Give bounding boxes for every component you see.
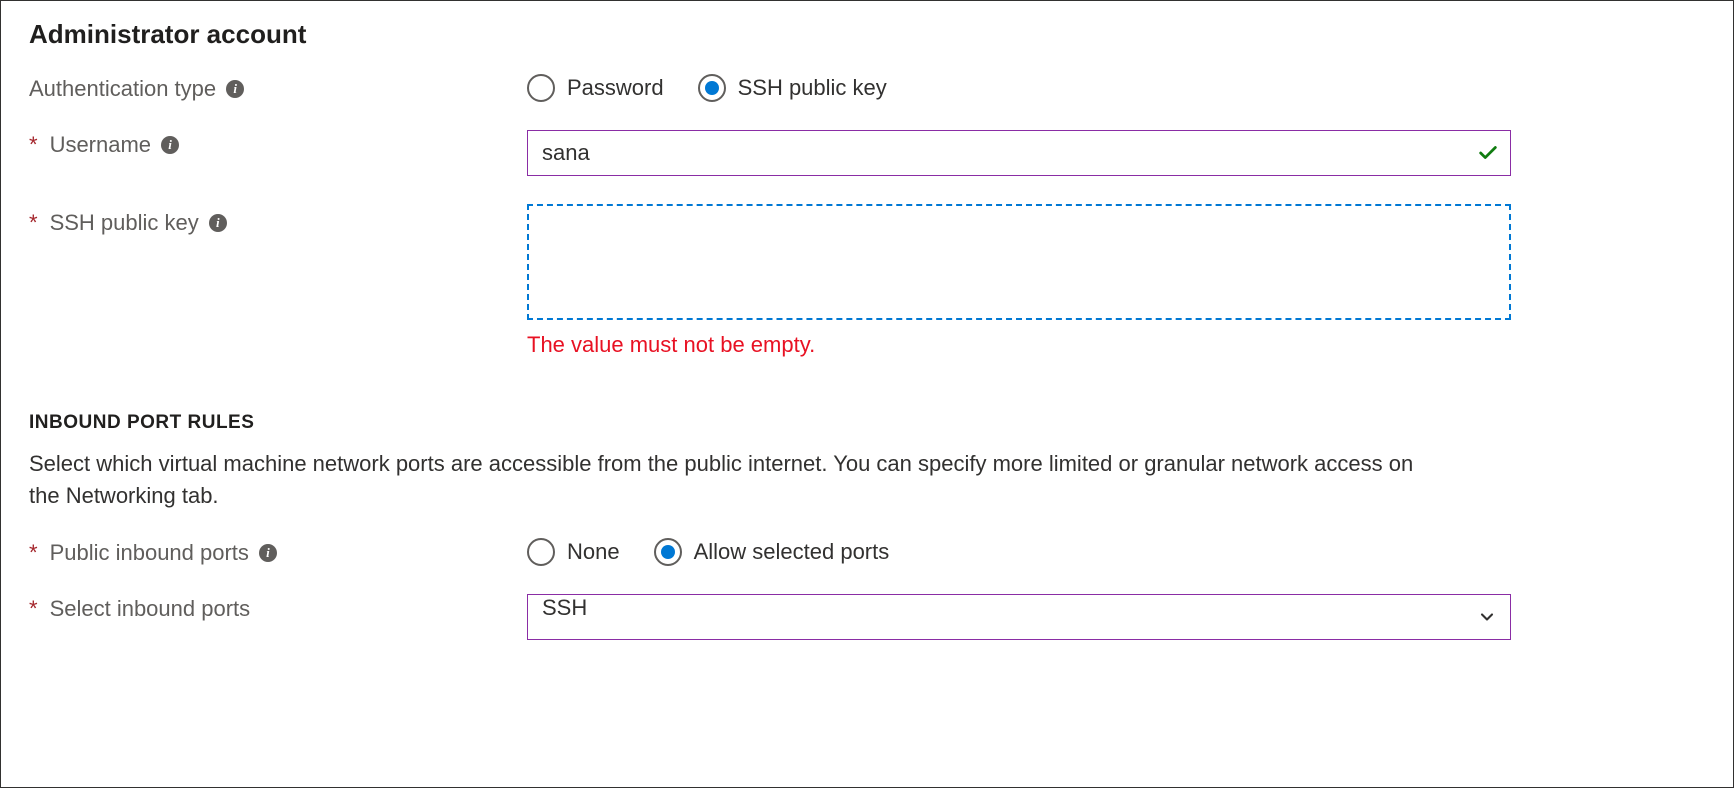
row-select-inbound-ports: * Select inbound ports SSH bbox=[29, 594, 1705, 640]
required-asterisk: * bbox=[29, 540, 38, 566]
radio-circle-icon bbox=[654, 538, 682, 566]
checkmark-icon bbox=[1477, 142, 1499, 164]
radio-label-none: None bbox=[567, 539, 620, 565]
radio-group-public-inbound: None Allow selected ports bbox=[527, 538, 1511, 566]
row-public-inbound-ports: * Public inbound ports i None Allow sele… bbox=[29, 538, 1705, 566]
required-asterisk: * bbox=[29, 596, 38, 622]
label-text-username: Username bbox=[50, 132, 151, 158]
radio-auth-password[interactable]: Password bbox=[527, 74, 664, 102]
admin-account-panel: Administrator account Authentication typ… bbox=[0, 0, 1734, 788]
label-ssh-key: * SSH public key i bbox=[29, 204, 527, 236]
radio-inbound-none[interactable]: None bbox=[527, 538, 620, 566]
info-icon[interactable]: i bbox=[161, 136, 179, 154]
inbound-ports-description: Select which virtual machine network por… bbox=[29, 448, 1449, 512]
info-icon[interactable]: i bbox=[209, 214, 227, 232]
radio-circle-icon bbox=[698, 74, 726, 102]
label-text-authentication-type: Authentication type bbox=[29, 76, 216, 102]
section-title-inbound-ports: INBOUND PORT RULES bbox=[29, 412, 1705, 434]
info-icon[interactable]: i bbox=[259, 544, 277, 562]
radio-label-ssh: SSH public key bbox=[738, 75, 887, 101]
select-inbound-ports-dropdown[interactable]: SSH bbox=[527, 594, 1511, 640]
radio-auth-ssh[interactable]: SSH public key bbox=[698, 74, 887, 102]
row-authentication-type: Authentication type i Password SSH publi… bbox=[29, 74, 1705, 102]
select-inbound-wrap: SSH bbox=[527, 594, 1511, 640]
label-username: * Username i bbox=[29, 130, 527, 158]
label-text-ssh-key: SSH public key bbox=[50, 210, 199, 236]
radio-group-auth-type: Password SSH public key bbox=[527, 74, 1511, 102]
row-ssh-key: * SSH public key i The value must not be… bbox=[29, 204, 1705, 358]
label-authentication-type: Authentication type i bbox=[29, 74, 527, 102]
radio-label-allow: Allow selected ports bbox=[694, 539, 890, 565]
section-title-admin: Administrator account bbox=[29, 19, 1705, 50]
radio-circle-icon bbox=[527, 538, 555, 566]
ssh-key-error-text: The value must not be empty. bbox=[527, 332, 1511, 358]
label-public-inbound-ports: * Public inbound ports i bbox=[29, 538, 527, 566]
username-input[interactable] bbox=[527, 130, 1511, 176]
radio-circle-icon bbox=[527, 74, 555, 102]
label-text-select-inbound: Select inbound ports bbox=[50, 596, 251, 622]
required-asterisk: * bbox=[29, 210, 38, 236]
required-asterisk: * bbox=[29, 132, 38, 158]
ssh-key-textarea[interactable] bbox=[527, 204, 1511, 320]
label-select-inbound-ports: * Select inbound ports bbox=[29, 594, 527, 622]
radio-inbound-allow[interactable]: Allow selected ports bbox=[654, 538, 890, 566]
info-icon[interactable]: i bbox=[226, 80, 244, 98]
radio-dot-icon bbox=[705, 81, 719, 95]
row-username: * Username i bbox=[29, 130, 1705, 176]
username-input-wrap bbox=[527, 130, 1511, 176]
label-text-public-inbound: Public inbound ports bbox=[50, 540, 249, 566]
radio-label-password: Password bbox=[567, 75, 664, 101]
radio-dot-icon bbox=[661, 545, 675, 559]
